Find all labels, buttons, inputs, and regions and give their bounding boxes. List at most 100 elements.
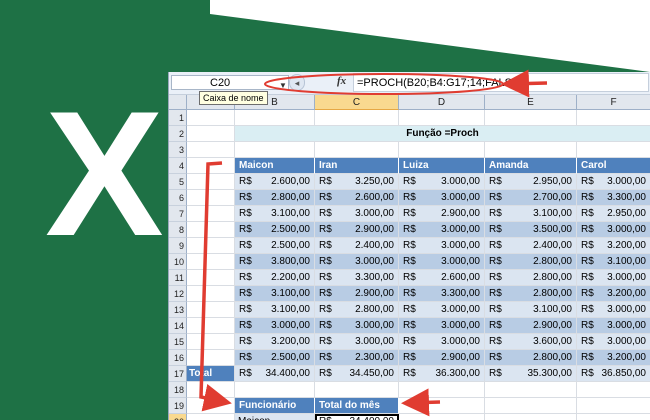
data-cell-d6[interactable]: R$ 3.000,00 [399, 190, 485, 206]
row-header-3[interactable]: 3 [169, 142, 187, 158]
data-cell-c15[interactable]: R$ 3.000,00 [315, 334, 399, 350]
row-header-8[interactable]: 8 [169, 222, 187, 238]
data-cell-f7[interactable]: R$ 2.950,00 [577, 206, 650, 222]
cell-a9[interactable] [187, 238, 235, 254]
data-cell-f5[interactable]: R$ 3.000,00 [577, 174, 650, 190]
row-header-4[interactable]: 4 [169, 158, 187, 174]
formula-input[interactable]: =PROCH(B20;B4:G17;14;FALSO) [353, 73, 649, 92]
row-header-5[interactable]: 5 [169, 174, 187, 190]
total-cell-f[interactable]: R$ 36.850,00 [577, 366, 650, 382]
row-header-18[interactable]: 18 [169, 382, 187, 398]
data-cell-c16[interactable]: R$ 2.300,00 [315, 350, 399, 366]
data-cell-f14[interactable]: R$ 3.000,00 [577, 318, 650, 334]
cell-a20[interactable] [187, 414, 235, 420]
column-header-c[interactable]: C [315, 95, 399, 110]
data-cell-b11[interactable]: R$ 2.200,00 [235, 270, 315, 286]
data-cell-e15[interactable]: R$ 3.600,00 [485, 334, 577, 350]
data-cell-e6[interactable]: R$ 2.700,00 [485, 190, 577, 206]
data-cell-d12[interactable]: R$ 3.300,00 [399, 286, 485, 302]
cell-a5[interactable] [187, 174, 235, 190]
row-header-13[interactable]: 13 [169, 302, 187, 318]
data-cell-d15[interactable]: R$ 3.000,00 [399, 334, 485, 350]
cell-a8[interactable] [187, 222, 235, 238]
row-header-20[interactable]: 20 [169, 414, 187, 420]
cell-f19[interactable] [577, 398, 650, 414]
cell-d1[interactable] [399, 110, 485, 126]
cell-b3[interactable] [235, 142, 315, 158]
data-cell-f9[interactable]: R$ 3.200,00 [577, 238, 650, 254]
cell-e19[interactable] [485, 398, 577, 414]
cell-a15[interactable] [187, 334, 235, 350]
data-cell-f13[interactable]: R$ 3.000,00 [577, 302, 650, 318]
data-cell-e16[interactable]: R$ 2.800,00 [485, 350, 577, 366]
cell-a19[interactable] [187, 398, 235, 414]
row-header-6[interactable]: 6 [169, 190, 187, 206]
data-cell-b5[interactable]: R$ 2.600,00 [235, 174, 315, 190]
data-cell-d13[interactable]: R$ 3.000,00 [399, 302, 485, 318]
row-header-14[interactable]: 14 [169, 318, 187, 334]
header-cell-maicon[interactable]: Maicon [235, 158, 315, 174]
cell-a11[interactable] [187, 270, 235, 286]
data-cell-f12[interactable]: R$ 3.200,00 [577, 286, 650, 302]
cell-a16[interactable] [187, 350, 235, 366]
total-label[interactable]: Total [187, 366, 235, 382]
data-cell-b9[interactable]: R$ 2.500,00 [235, 238, 315, 254]
data-cell-b15[interactable]: R$ 3.200,00 [235, 334, 315, 350]
data-cell-f6[interactable]: R$ 3.300,00 [577, 190, 650, 206]
cell-a3[interactable] [187, 142, 235, 158]
cell-f18[interactable] [577, 382, 650, 398]
row-header-1[interactable]: 1 [169, 110, 187, 126]
cell-c1[interactable] [315, 110, 399, 126]
data-cell-f8[interactable]: R$ 3.000,00 [577, 222, 650, 238]
data-cell-e9[interactable]: R$ 2.400,00 [485, 238, 577, 254]
total-cell-d[interactable]: R$ 36.300,00 [399, 366, 485, 382]
lookup-result-cell[interactable]: R$ 34.400,00 [315, 414, 399, 420]
cell-a18[interactable] [187, 382, 235, 398]
cell-b1[interactable] [235, 110, 315, 126]
data-cell-c12[interactable]: R$ 2.900,00 [315, 286, 399, 302]
sheet-title[interactable]: Função =Proch [235, 126, 650, 142]
data-cell-e12[interactable]: R$ 2.800,00 [485, 286, 577, 302]
cell-c3[interactable] [315, 142, 399, 158]
data-cell-c8[interactable]: R$ 2.900,00 [315, 222, 399, 238]
cell-a12[interactable] [187, 286, 235, 302]
column-header-e[interactable]: E [485, 95, 577, 110]
cell-b18[interactable] [235, 382, 315, 398]
cell-e18[interactable] [485, 382, 577, 398]
data-cell-e10[interactable]: R$ 2.800,00 [485, 254, 577, 270]
data-cell-d9[interactable]: R$ 3.000,00 [399, 238, 485, 254]
data-cell-c14[interactable]: R$ 3.000,00 [315, 318, 399, 334]
data-cell-e8[interactable]: R$ 3.500,00 [485, 222, 577, 238]
data-cell-d8[interactable]: R$ 3.000,00 [399, 222, 485, 238]
data-cell-d11[interactable]: R$ 2.600,00 [399, 270, 485, 286]
data-cell-d14[interactable]: R$ 3.000,00 [399, 318, 485, 334]
cell-a13[interactable] [187, 302, 235, 318]
cell-a10[interactable] [187, 254, 235, 270]
data-cell-c7[interactable]: R$ 3.000,00 [315, 206, 399, 222]
cell-a4[interactable] [187, 158, 235, 174]
cell-a14[interactable] [187, 318, 235, 334]
row-header-19[interactable]: 19 [169, 398, 187, 414]
row-header-11[interactable]: 11 [169, 270, 187, 286]
cell-d19[interactable] [399, 398, 485, 414]
header-cell-luiza[interactable]: Luiza [399, 158, 485, 174]
cell-f1[interactable] [577, 110, 650, 126]
data-cell-e13[interactable]: R$ 3.100,00 [485, 302, 577, 318]
total-cell-c[interactable]: R$ 34.450,00 [315, 366, 399, 382]
data-cell-d10[interactable]: R$ 3.000,00 [399, 254, 485, 270]
data-cell-b12[interactable]: R$ 3.100,00 [235, 286, 315, 302]
cell-a6[interactable] [187, 190, 235, 206]
cell-a7[interactable] [187, 206, 235, 222]
total-cell-b[interactable]: R$ 34.400,00 [235, 366, 315, 382]
data-cell-b16[interactable]: R$ 2.500,00 [235, 350, 315, 366]
expand-icon[interactable]: ◂ [289, 74, 305, 91]
data-cell-f10[interactable]: R$ 3.100,00 [577, 254, 650, 270]
data-cell-c9[interactable]: R$ 2.400,00 [315, 238, 399, 254]
data-cell-e7[interactable]: R$ 3.100,00 [485, 206, 577, 222]
data-cell-b10[interactable]: R$ 3.800,00 [235, 254, 315, 270]
cell-a1[interactable] [187, 110, 235, 126]
lookup-header-employee[interactable]: Funcionário [235, 398, 315, 414]
data-cell-b13[interactable]: R$ 3.100,00 [235, 302, 315, 318]
header-cell-amanda[interactable]: Amanda [485, 158, 577, 174]
cell-a2[interactable] [187, 126, 235, 142]
